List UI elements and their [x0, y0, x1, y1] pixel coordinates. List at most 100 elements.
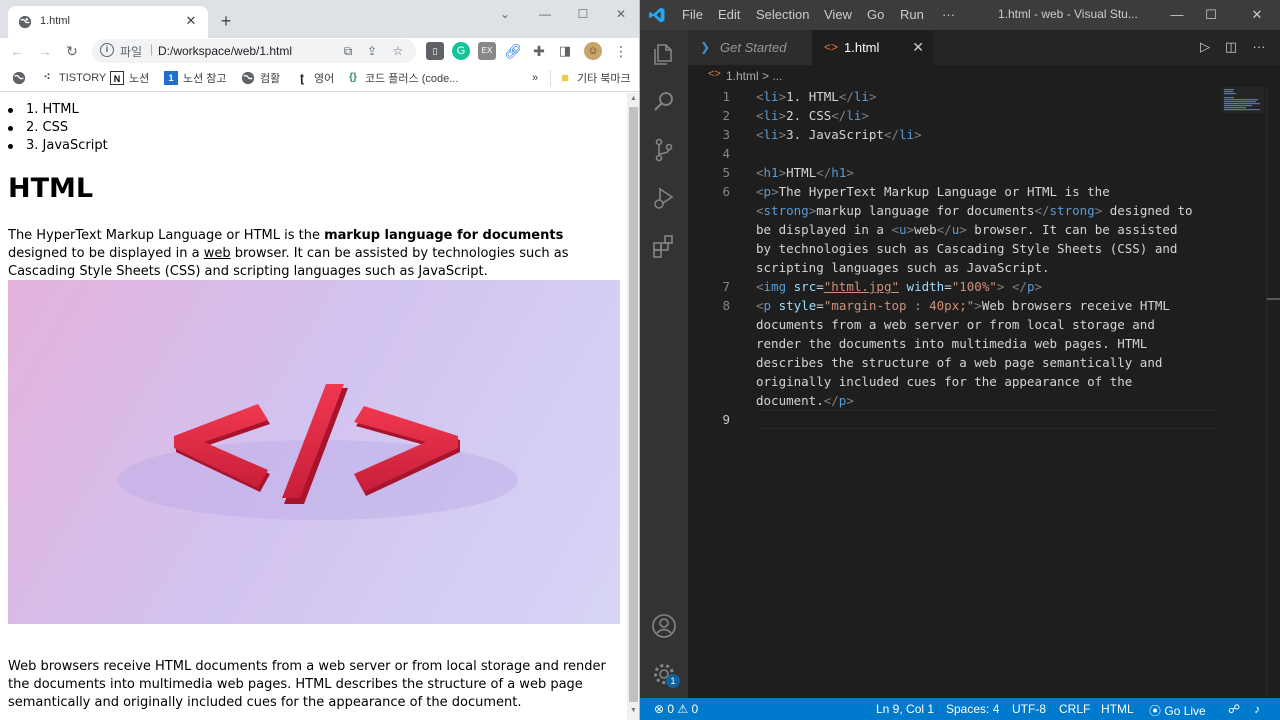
other-bookmarks[interactable]: ■ 기타 북마크: [558, 70, 631, 86]
address-url[interactable]: D:/workspace/web/1.html: [158, 44, 292, 58]
close-window-button[interactable]: ✕: [1242, 4, 1272, 26]
bookmark-notion[interactable]: N 노션: [110, 70, 149, 86]
vscode-window: File Edit Selection View Go Run ··· 1.ht…: [640, 0, 1280, 720]
menu-edit[interactable]: Edit: [718, 7, 740, 22]
accounts-icon[interactable]: [650, 612, 678, 640]
bookmark-tistory[interactable]: ⁖ TISTORY: [40, 70, 107, 86]
scrollbar-thumb[interactable]: [629, 107, 638, 702]
bookmark-codeplus[interactable]: {} 코드 플러스 (code...: [346, 70, 458, 86]
minimize-button[interactable]: —: [1162, 4, 1192, 26]
encoding[interactable]: UTF-8: [1012, 702, 1046, 716]
breadcrumb-text[interactable]: 1.html > ...: [726, 69, 782, 83]
bookmarks-divider: [550, 70, 551, 86]
minimize-button[interactable]: —: [530, 4, 560, 24]
line-number: 6: [722, 184, 730, 199]
split-editor-icon[interactable]: ◫: [1222, 38, 1240, 56]
extensions-icon[interactable]: [650, 232, 678, 260]
t-icon: ʈ: [300, 71, 304, 85]
vscode-logo-icon: ❯: [700, 40, 711, 54]
go-live-button[interactable]: ⦿ Go Live: [1149, 702, 1206, 719]
bookmark-globe[interactable]: [12, 70, 31, 86]
language-mode[interactable]: HTML: [1101, 702, 1134, 716]
bookmark-notion-ref[interactable]: 1 노션 참고: [164, 70, 227, 86]
line-number: 4: [722, 146, 730, 161]
list-item: 3. JavaScript: [8, 137, 108, 155]
scroll-up-icon[interactable]: ▲: [629, 95, 638, 105]
html-file-icon: <>: [824, 40, 839, 54]
source-control-icon[interactable]: [650, 136, 678, 164]
code-editor[interactable]: 1 2 3 4 5 6 7 8 9 <li>1. HTML</li> <li>2…: [688, 87, 1280, 698]
bookmark-label: TISTORY: [59, 72, 107, 84]
chrome-titlebar: 1.html ✕ + ⌄ — ☐ ✕: [0, 0, 639, 38]
page-heading: HTML: [8, 173, 94, 204]
tab-1-html[interactable]: <> 1.html ✕: [812, 30, 934, 65]
bookmark-star-icon[interactable]: ☆: [390, 43, 406, 59]
activity-bar: [640, 30, 688, 698]
more-actions-icon[interactable]: ···: [1250, 38, 1268, 56]
tab-title: 1.html: [40, 15, 70, 27]
run-debug-icon[interactable]: [650, 184, 678, 212]
close-window-button[interactable]: ✕: [606, 4, 636, 24]
profile-avatar[interactable]: ☺: [584, 42, 602, 60]
page-scrollbar[interactable]: ▲ ▼: [627, 93, 639, 720]
forward-button[interactable]: →: [34, 40, 56, 62]
menu-run[interactable]: Run: [900, 7, 924, 22]
line-number: 9: [722, 412, 730, 427]
scroll-down-icon[interactable]: ▼: [629, 707, 638, 717]
info-icon[interactable]: i: [100, 43, 114, 57]
other-bookmarks-label: 기타 북마크: [577, 73, 631, 85]
bookmark-comhwal[interactable]: 컴활: [241, 70, 280, 86]
breadcrumb[interactable]: <> 1.html > ...: [688, 65, 1280, 87]
intro-paragraph: The HyperText Markup Language or HTML is…: [8, 227, 620, 281]
bookmarks-overflow-button[interactable]: »: [532, 70, 538, 86]
para-text: designed to be displayed in a: [8, 246, 204, 261]
share-icon[interactable]: ⇪: [364, 43, 380, 59]
menu-selection[interactable]: Selection: [756, 7, 809, 22]
broadcast-icon: ⦿: [1149, 704, 1162, 718]
window-title: 1.html - web - Visual Stu...: [998, 7, 1138, 21]
para-text: The HyperText Markup Language or HTML is…: [8, 228, 325, 243]
grammarly-icon[interactable]: G: [452, 42, 470, 60]
menu-file[interactable]: File: [682, 7, 703, 22]
minimap[interactable]: [1222, 87, 1264, 113]
line-number: 8: [722, 298, 730, 313]
code-text: by technologies such as Cascading Style …: [756, 241, 1178, 256]
maximize-button[interactable]: ☐: [1196, 4, 1226, 26]
bookmark-1-icon: 1: [164, 71, 178, 85]
new-tab-button[interactable]: +: [214, 10, 238, 34]
extension-reader-icon[interactable]: ▯: [426, 42, 444, 60]
close-tab-icon[interactable]: ✕: [182, 12, 200, 30]
end-of-line[interactable]: CRLF: [1059, 702, 1090, 716]
maximize-button[interactable]: ☐: [568, 4, 598, 24]
problems-status[interactable]: ⊗ 0 ⚠ 0: [654, 702, 698, 716]
indentation[interactable]: Spaces: 4: [946, 702, 999, 716]
menu-go[interactable]: Go: [867, 7, 884, 22]
explorer-icon[interactable]: [650, 40, 678, 68]
back-button[interactable]: ←: [6, 40, 28, 62]
extension-ex-icon[interactable]: EX: [478, 42, 496, 60]
second-paragraph: Web browsers receive HTML documents from…: [8, 659, 606, 710]
reload-button[interactable]: ↻: [61, 40, 83, 62]
search-icon[interactable]: [650, 88, 678, 116]
editor-scrollbar[interactable]: [1266, 87, 1280, 698]
feedback-icon[interactable]: ☍: [1228, 702, 1240, 716]
extensions-puzzle-icon[interactable]: ✚: [530, 42, 548, 60]
close-tab-icon[interactable]: ✕: [912, 30, 924, 65]
bookmark-english[interactable]: ʈ 영어: [295, 70, 334, 86]
tab-search-icon[interactable]: ⌄: [490, 4, 520, 24]
link-icon[interactable]: 🔗︎: [504, 42, 522, 60]
cursor-position[interactable]: Ln 9, Col 1: [876, 702, 934, 716]
address-bar[interactable]: i 파일 | D:/workspace/web/1.html ⧉ ⇪ ☆: [92, 39, 416, 63]
tab-get-started[interactable]: ❯ Get Started: [688, 30, 812, 65]
globe-icon: [12, 71, 26, 85]
code-text: be displayed in a: [756, 222, 892, 237]
side-panel-icon[interactable]: ◨: [556, 42, 574, 60]
chrome-menu-icon[interactable]: ⋮: [612, 42, 630, 60]
menu-view[interactable]: View: [824, 7, 852, 22]
code-line: <p style="margin-top : 40px;">Web browse…: [756, 298, 1170, 313]
browser-tab[interactable]: 1.html ✕: [8, 6, 208, 38]
notifications-bell-icon[interactable]: ♪: [1254, 702, 1260, 716]
run-icon[interactable]: ▷: [1196, 38, 1214, 56]
menu-more[interactable]: ···: [942, 7, 955, 22]
translate-icon[interactable]: ⧉: [340, 43, 356, 59]
